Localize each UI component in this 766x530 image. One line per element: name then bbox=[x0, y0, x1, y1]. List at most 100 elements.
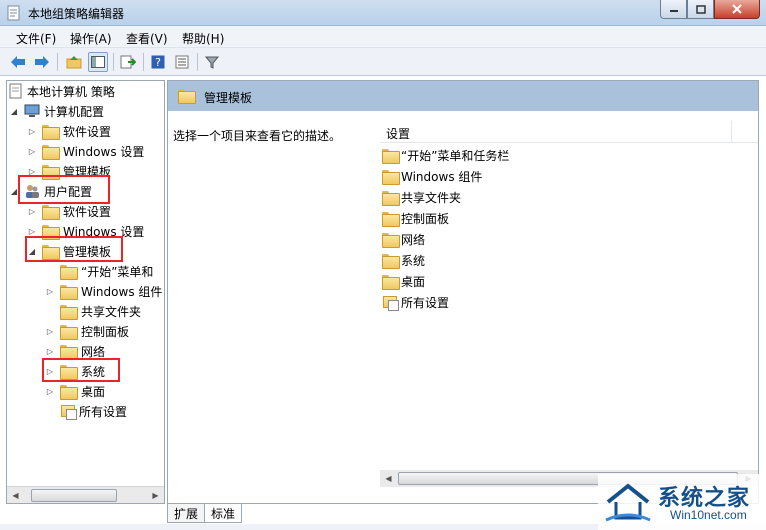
help-button[interactable]: ? bbox=[148, 52, 168, 72]
description-text: 选择一个项目来查看它的描述。 bbox=[173, 129, 342, 143]
tree-node-windows-components[interactable]: ▷ Windows 组件 bbox=[45, 281, 162, 301]
title-bar: 本地组策略编辑器 bbox=[0, 0, 766, 26]
list-item[interactable]: 系统 bbox=[382, 250, 425, 270]
export-list-button[interactable] bbox=[118, 52, 138, 72]
expand-arrow-icon[interactable]: ▷ bbox=[27, 206, 37, 216]
policy-document-icon bbox=[9, 83, 22, 99]
menu-view[interactable]: 查看(V) bbox=[126, 30, 168, 47]
tree-node-u-software[interactable]: ▷ 软件设置 bbox=[27, 201, 111, 221]
list-item[interactable]: 控制面板 bbox=[382, 208, 449, 228]
expand-arrow-icon[interactable]: ▷ bbox=[45, 346, 55, 356]
scrollbar-thumb[interactable] bbox=[31, 489, 117, 502]
tree-horizontal-scrollbar[interactable]: ◀ ▶ bbox=[7, 486, 164, 503]
tree-label: Windows 组件 bbox=[81, 284, 163, 299]
tree-label: 计算机配置 bbox=[44, 104, 105, 119]
list-item-label: 系统 bbox=[401, 253, 426, 268]
policy-editor-icon bbox=[7, 5, 20, 21]
export-list-icon bbox=[120, 55, 136, 69]
tree-label: 桌面 bbox=[81, 384, 106, 399]
tree-label: 控制面板 bbox=[81, 324, 130, 339]
maximize-icon bbox=[695, 4, 706, 14]
expand-arrow-icon[interactable]: ▷ bbox=[27, 126, 37, 136]
up-folder-button[interactable] bbox=[64, 52, 84, 72]
tree-node-c-software[interactable]: ▷ 软件设置 bbox=[27, 121, 111, 141]
folder-icon bbox=[42, 224, 60, 240]
collapse-arrow-icon[interactable]: ◢ bbox=[9, 186, 19, 196]
expand-arrow-icon[interactable]: ▷ bbox=[27, 226, 37, 236]
tree-label: 软件设置 bbox=[63, 124, 112, 139]
forward-button[interactable] bbox=[32, 52, 52, 72]
collapse-arrow-icon[interactable]: ◢ bbox=[9, 106, 19, 116]
menu-file[interactable]: 文件(F) bbox=[16, 30, 56, 47]
folder-icon bbox=[60, 324, 78, 340]
list-item-label: 控制面板 bbox=[401, 211, 450, 226]
tree-label: 网络 bbox=[81, 344, 106, 359]
policy-tree: 本地计算机 策略 ◢ 计算机配置 ▷ 软件设置 ▷ Windows 设置 ▷ 管… bbox=[6, 80, 165, 504]
maximize-button[interactable] bbox=[687, 0, 714, 19]
list-item[interactable]: 网络 bbox=[382, 229, 425, 249]
house-logo-icon bbox=[605, 483, 651, 522]
expand-arrow-icon[interactable]: ▷ bbox=[27, 166, 37, 176]
tree-node-desktop[interactable]: ▷ 桌面 bbox=[45, 381, 105, 401]
back-button[interactable] bbox=[8, 52, 28, 72]
close-button[interactable] bbox=[714, 0, 760, 19]
up-folder-icon bbox=[66, 56, 82, 69]
watermark-url: Win10net.com bbox=[670, 508, 747, 522]
menu-help[interactable]: 帮助(H) bbox=[182, 30, 224, 47]
list-item[interactable]: “开始”菜单和任务栏 bbox=[382, 145, 509, 165]
tree-node-control-panel[interactable]: ▷ 控制面板 bbox=[45, 321, 129, 341]
list-item[interactable]: Windows 组件 bbox=[382, 166, 482, 186]
properties-button[interactable] bbox=[172, 52, 192, 72]
column-header-setting[interactable]: 设置 bbox=[380, 121, 758, 143]
back-icon bbox=[11, 56, 25, 68]
list-item-label: “开始”菜单和任务栏 bbox=[401, 148, 510, 163]
list-item[interactable]: 所有设置 bbox=[382, 292, 449, 312]
menu-bar: 文件(F) 操作(A) 查看(V) 帮助(H) bbox=[0, 26, 766, 48]
expand-arrow-icon[interactable]: ▷ bbox=[45, 286, 55, 296]
tree-node-c-admin[interactable]: ▷ 管理模板 bbox=[27, 161, 111, 181]
scroll-left-icon[interactable]: ◀ bbox=[382, 472, 395, 485]
folder-icon bbox=[382, 274, 400, 290]
list-item[interactable]: 共享文件夹 bbox=[382, 187, 461, 207]
tree-node-u-admin[interactable]: ◢ 管理模板 bbox=[27, 241, 111, 261]
collapse-arrow-icon[interactable]: ◢ bbox=[27, 246, 37, 256]
tree-node-network[interactable]: ▷ 网络 bbox=[45, 341, 105, 361]
all-settings-icon bbox=[60, 403, 77, 420]
tree-label: 管理模板 bbox=[63, 164, 112, 179]
tree-node-all-settings[interactable]: 所有设置 bbox=[60, 401, 127, 421]
list-item-label: Windows 组件 bbox=[401, 169, 483, 184]
tree-node-c-windows[interactable]: ▷ Windows 设置 bbox=[27, 141, 144, 161]
tree-node-start-menu[interactable]: “开始”菜单和 bbox=[60, 261, 153, 281]
tree-node-system[interactable]: ▷ 系统 bbox=[45, 361, 105, 381]
close-icon bbox=[732, 4, 742, 14]
tab-standard[interactable]: 标准 bbox=[204, 504, 243, 523]
tree-node-user-config[interactable]: ◢ 用户配置 bbox=[9, 181, 92, 201]
tree-label: 共享文件夹 bbox=[81, 304, 142, 319]
folder-icon bbox=[382, 148, 400, 164]
list-item[interactable]: 桌面 bbox=[382, 271, 425, 291]
expand-arrow-icon[interactable]: ▷ bbox=[45, 326, 55, 336]
tree-node-shared-folders[interactable]: 共享文件夹 bbox=[60, 301, 141, 321]
folder-icon bbox=[60, 344, 78, 360]
tab-extended[interactable]: 扩展 bbox=[167, 504, 206, 523]
expand-arrow-icon[interactable]: ▷ bbox=[27, 146, 37, 156]
minimize-button[interactable] bbox=[660, 0, 687, 19]
folder-icon bbox=[60, 304, 78, 320]
column-divider[interactable] bbox=[731, 121, 732, 143]
tree-node-computer-config[interactable]: ◢ 计算机配置 bbox=[9, 101, 104, 121]
expand-arrow-icon[interactable]: ▷ bbox=[45, 366, 55, 376]
details-pane: 管理模板 选择一个项目来查看它的描述。 设置 “开始”菜单和任务栏 Window… bbox=[167, 80, 759, 504]
tree-label: Windows 设置 bbox=[63, 144, 145, 159]
scroll-left-icon[interactable]: ◀ bbox=[9, 489, 22, 502]
menu-action[interactable]: 操作(A) bbox=[70, 30, 112, 47]
show-hide-tree-button[interactable] bbox=[88, 52, 108, 72]
tree-label: 所有设置 bbox=[79, 404, 128, 419]
folder-icon bbox=[42, 124, 60, 140]
expand-arrow-icon[interactable]: ▷ bbox=[45, 386, 55, 396]
folder-icon bbox=[42, 164, 60, 180]
filter-button[interactable] bbox=[202, 52, 222, 72]
tree-label: 系统 bbox=[81, 364, 106, 379]
tree-node-u-windows[interactable]: ▷ Windows 设置 bbox=[27, 221, 144, 241]
scroll-right-icon[interactable]: ▶ bbox=[149, 489, 162, 502]
tree-node-root[interactable]: 本地计算机 策略 bbox=[9, 81, 115, 101]
